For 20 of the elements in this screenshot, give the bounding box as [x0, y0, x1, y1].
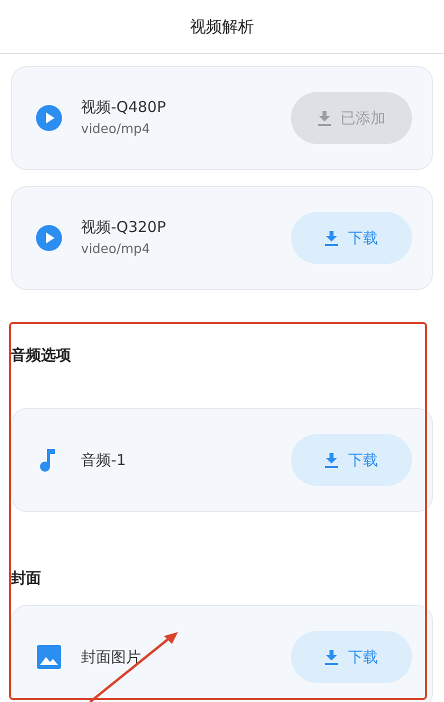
image-icon — [37, 645, 61, 669]
option-format: video/mp4 — [81, 241, 152, 259]
option-title: 封面图片 — [81, 647, 142, 668]
option-format: video/mp4 — [81, 121, 152, 139]
section-heading: 封面 — [11, 568, 42, 589]
play-icon — [36, 225, 62, 251]
option-title: 视频-Q480P — [81, 97, 167, 118]
download-icon — [325, 230, 338, 246]
option-title: 音频-1 — [81, 450, 127, 471]
page-title: 视频解析 — [190, 16, 254, 38]
download-button[interactable]: 下载 — [291, 631, 412, 683]
download-icon — [325, 650, 338, 664]
download-icon — [325, 452, 338, 468]
option-title: 视频-Q320P — [81, 217, 167, 238]
download-button[interactable]: 下载 — [291, 212, 412, 264]
download-button[interactable]: 下载 — [291, 434, 412, 486]
download-icon — [318, 110, 330, 126]
music-note-icon — [40, 447, 58, 473]
section-heading: 音频选项 — [11, 345, 72, 366]
play-icon — [36, 105, 62, 131]
